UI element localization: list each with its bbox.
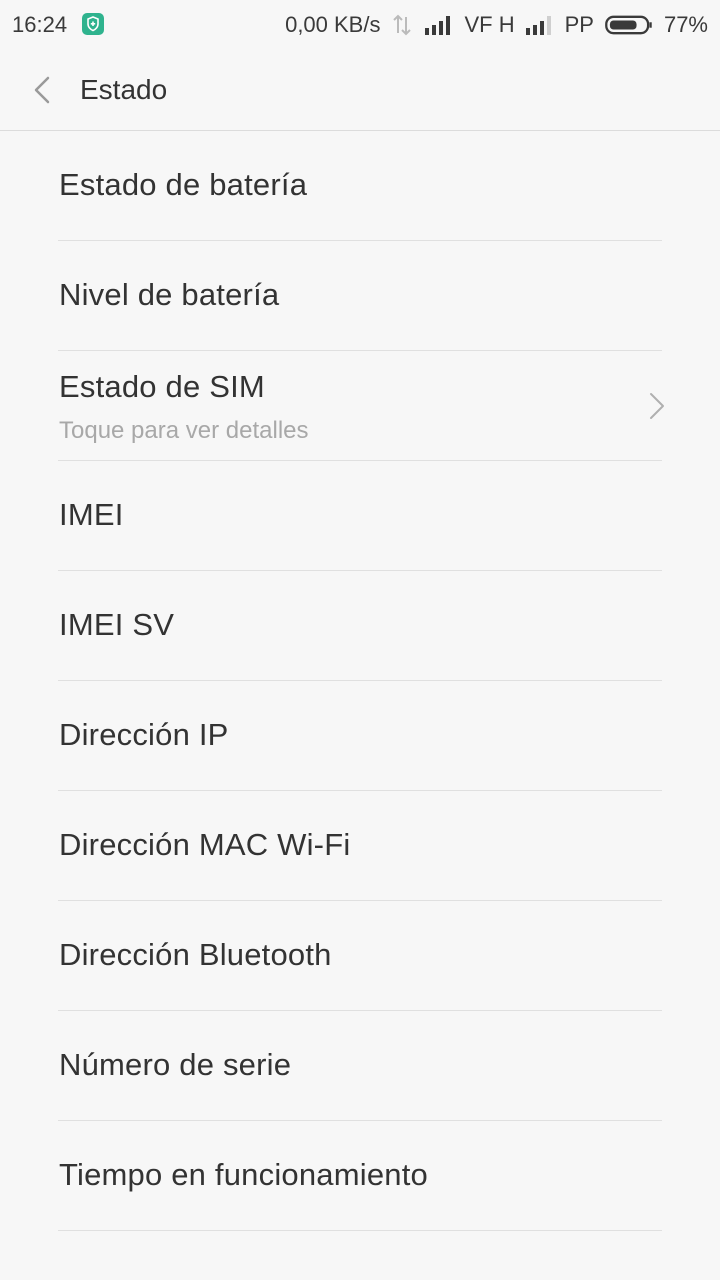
- list-item-title: Tiempo en funcionamiento: [59, 1157, 428, 1192]
- list-item-title: Estado de SIM: [59, 369, 265, 404]
- carrier-2: PP: [564, 12, 594, 37]
- list-item-mac-wifi[interactable]: Dirección MAC Wi-Fi: [0, 791, 720, 901]
- status-bar: 16:24 0,00 KB/s VF H PP 77%: [0, 0, 720, 50]
- list-item-title: Dirección MAC Wi-Fi: [59, 827, 351, 862]
- battery-percent: 77%: [663, 12, 708, 37]
- list-item-direccion-bluetooth[interactable]: Dirección Bluetooth: [0, 901, 720, 1011]
- signal-icon-1: [425, 16, 451, 35]
- status-time: 16:24: [12, 12, 68, 37]
- shield-icon: [82, 13, 104, 35]
- list-item-title: Dirección Bluetooth: [59, 937, 332, 972]
- app-header: Estado: [0, 50, 720, 131]
- list-item-title: IMEI: [59, 497, 124, 532]
- status-right: 0,00 KB/s VF H PP 77%: [285, 12, 708, 38]
- status-list: Estado de batería Nivel de batería Estad…: [0, 131, 720, 1231]
- battery-icon: [605, 15, 652, 35]
- network-speed: 0,00 KB/s: [285, 12, 381, 37]
- list-item-title: Nivel de batería: [59, 277, 280, 312]
- page-title: Estado: [80, 74, 168, 105]
- chevron-left-icon: [34, 76, 50, 104]
- list-item-title: Estado de batería: [59, 167, 308, 202]
- list-item-imei[interactable]: IMEI: [0, 461, 720, 571]
- list-item-title: IMEI SV: [59, 607, 175, 642]
- list-item-title: Dirección IP: [59, 717, 229, 752]
- data-arrows-icon: [393, 14, 412, 36]
- list-item-subtitle: Toque para ver detalles: [59, 417, 309, 444]
- list-item-nivel-bateria[interactable]: Nivel de batería: [0, 241, 720, 351]
- carrier-1: VF H: [464, 12, 515, 37]
- signal-icon-2: [525, 16, 551, 35]
- list-item-title: Número de serie: [59, 1047, 292, 1082]
- divider: [58, 1230, 662, 1231]
- back-button[interactable]: [28, 74, 60, 106]
- list-item-tiempo-funcionamiento[interactable]: Tiempo en funcionamiento: [0, 1121, 720, 1231]
- list-item-imei-sv[interactable]: IMEI SV: [0, 571, 720, 681]
- list-item-estado-bateria[interactable]: Estado de batería: [0, 131, 720, 241]
- list-item-direccion-ip[interactable]: Dirección IP: [0, 681, 720, 791]
- chevron-right-icon: [650, 393, 664, 419]
- list-item-numero-serie[interactable]: Número de serie: [0, 1011, 720, 1121]
- list-item-estado-sim[interactable]: Estado de SIM Toque para ver detalles: [0, 351, 720, 461]
